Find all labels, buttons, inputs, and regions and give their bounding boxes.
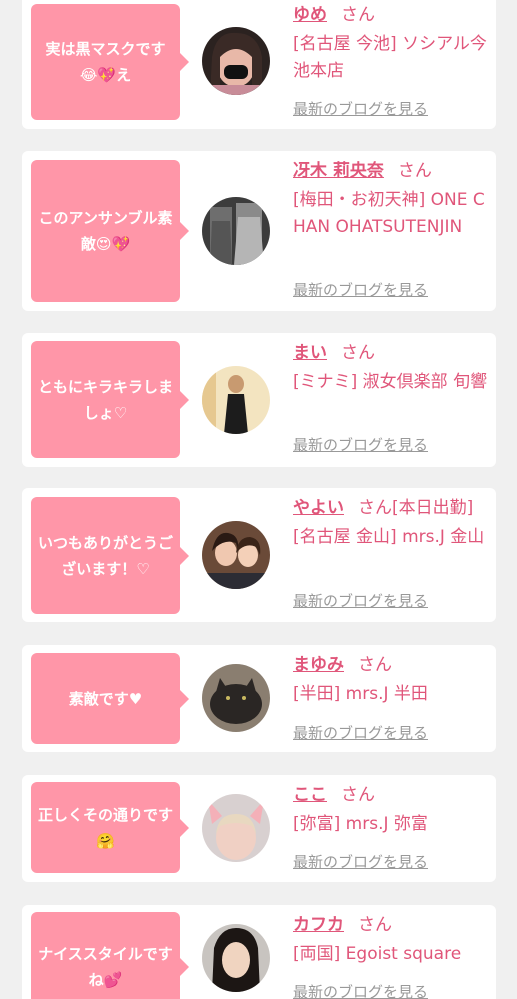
comment-text: いつもありがとうございます！♡ [37,533,173,578]
user-info: カフカ さん [両国] Egoist square [293,914,493,968]
comment-card: ともにキラキラしましょ♡ まい さん [ミナミ] 淑女倶楽部 旬響 最新のブログを… [22,333,496,467]
comment-card: 正しくその通りです🤗 ここ さん [弥富] mrs.J 弥富 最新のブログを見る [22,775,496,882]
avatar[interactable] [202,366,270,434]
comment-card: 実は黒マスクです😂💖え ゆめ さん [名古屋 今池] ソシアル今池本店 最新のブロ… [22,0,496,129]
shop-name: [半田] mrs.J 半田 [293,684,428,704]
comment-text: ナイススタイルですね💕 [38,945,173,989]
avatar-photo-black-mask-icon [202,27,270,95]
comment-bubble: ともにキラキラしましょ♡ [31,341,189,458]
latest-blog-link[interactable]: 最新のブログを見る [293,279,428,300]
shop-name: [梅田・お初天神] ONE CHAN OHATSUTENJIN [293,190,485,237]
shop-name: [名古屋 金山] mrs.J 金山 [293,527,485,547]
comment-bubble: いつもありがとうございます！♡ [31,497,189,614]
user-info: まゆみ さん [半田] mrs.J 半田 [293,654,493,708]
comment-text: このアンサンブル素敵😍💖 [38,209,173,253]
comment-bubble: ナイススタイルですね💕 [31,912,189,999]
avatar[interactable] [202,794,270,862]
comment-bubble: このアンサンブル素敵😍💖 [31,160,189,302]
name-line: ゆめ さん [293,4,493,26]
avatar-photo-two-women-icon [202,521,270,589]
user-name-link[interactable]: ゆめ [293,5,327,25]
san-label: さん [397,161,432,181]
name-line: まい さん [293,342,493,364]
name-line: カフカ さん [293,914,493,936]
latest-blog-link[interactable]: 最新のブログを見る [293,722,428,743]
user-info: ここ さん [弥富] mrs.J 弥富 [293,784,493,838]
user-name-link[interactable]: ここ [293,785,327,805]
san-label: さん [341,343,375,363]
san-label: さん [341,785,375,805]
avatar[interactable] [202,27,270,95]
comment-card: いつもありがとうございます！♡ やよい さん[本日出勤] [名古屋 金山] mrs… [22,488,496,622]
user-name-link[interactable]: カフカ [293,915,344,935]
user-name-link[interactable]: まゆみ [293,655,344,675]
name-line: まゆみ さん [293,654,493,676]
avatar-photo-woman-icon [202,924,270,992]
comment-bubble: 正しくその通りです🤗 [31,782,189,873]
san-label: さん [358,498,392,518]
avatar[interactable] [202,521,270,589]
comment-card: 素敵です♥ まゆみ さん [半田] mrs.J 半田 最新のブログを見る [22,645,496,752]
comment-card: ナイススタイルですね💕 カフカ さん [両国] Egoist square 最新の… [22,905,496,999]
latest-blog-link[interactable]: 最新のブログを見る [293,434,428,455]
avatar[interactable] [202,664,270,732]
latest-blog-link[interactable]: 最新のブログを見る [293,981,428,999]
user-info: まい さん [ミナミ] 淑女倶楽部 旬響 [293,342,493,396]
avatar-photo-dress-icon [202,366,270,434]
comment-text: 素敵です♥ [68,689,143,708]
san-label: さん [358,655,392,675]
name-line: 冴木 莉央奈 さん [293,160,493,182]
comment-text: 実は黒マスクです😂💖え [45,40,166,84]
comment-text: ともにキラキラしましょ♡ [37,377,173,422]
comment-feed: 実は黒マスクです😂💖え ゆめ さん [名古屋 今池] ソシアル今池本店 最新のブロ… [0,0,517,999]
comment-text: 正しくその通りです🤗 [37,805,173,850]
user-info: ゆめ さん [名古屋 今池] ソシアル今池本店 [293,4,493,85]
shop-name: [名古屋 今池] ソシアル今池本店 [293,34,487,81]
user-name-link[interactable]: やよい [293,498,344,518]
status-label: [本日出勤] [392,498,474,518]
user-name-link[interactable]: 冴木 莉央奈 [293,161,384,181]
comment-bubble: 素敵です♥ [31,653,189,744]
shop-name: [ミナミ] 淑女倶楽部 旬響 [293,372,488,392]
san-label: さん [358,915,392,935]
latest-blog-link[interactable]: 最新のブログを見る [293,851,428,872]
latest-blog-link[interactable]: 最新のブログを見る [293,98,428,119]
user-name-link[interactable]: まい [293,343,327,363]
avatar[interactable] [202,197,270,265]
name-line: ここ さん [293,784,493,806]
avatar-photo-cat-icon [202,664,270,732]
shop-name: [両国] Egoist square [293,944,462,964]
name-line: やよい さん[本日出勤] [293,497,493,519]
comment-bubble: 実は黒マスクです😂💖え [31,4,189,120]
san-label: さん [341,5,375,25]
user-info: 冴木 莉央奈 さん [梅田・お初天神] ONE CHAN OHATSUTENJIN [293,160,493,241]
user-info: やよい さん[本日出勤] [名古屋 金山] mrs.J 金山 [293,497,493,551]
shop-name: [弥富] mrs.J 弥富 [293,814,428,834]
avatar-photo-ensemble-icon [202,197,270,265]
comment-card: このアンサンブル素敵😍💖 冴木 莉央奈 さん [梅田・お初天神] ONE CHAN… [22,151,496,311]
avatar-photo-bunny-ears-icon [202,794,270,862]
avatar[interactable] [202,924,270,992]
latest-blog-link[interactable]: 最新のブログを見る [293,590,428,611]
